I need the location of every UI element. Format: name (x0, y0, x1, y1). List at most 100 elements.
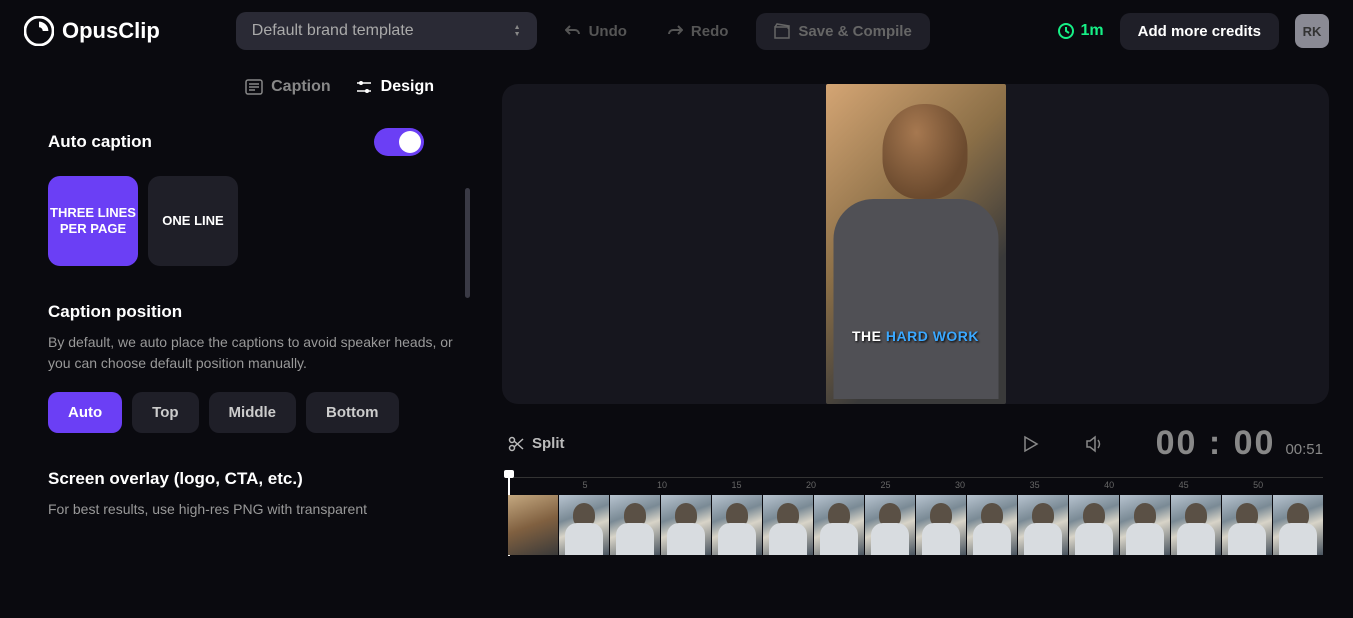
auto-caption-label: Auto caption (48, 132, 152, 152)
ruler-tick: 5 (583, 480, 588, 490)
header-bar: OpusClip Default brand template ▲▼ Undo … (0, 0, 1353, 62)
video-preview[interactable]: THE HARD WORK (826, 84, 1006, 404)
person-body (833, 199, 998, 399)
person-head (882, 104, 967, 199)
scrollbar[interactable] (465, 188, 470, 298)
toggle-knob (399, 131, 421, 153)
ruler-tick: 30 (955, 480, 965, 490)
timeline-thumb[interactable] (1069, 495, 1119, 555)
style-one-line-label: ONE LINE (162, 213, 223, 229)
avatar-initials: RK (1303, 24, 1322, 39)
auto-caption-toggle[interactable] (374, 128, 424, 156)
main-content: Caption Design Auto caption THREE LINES … (0, 62, 1353, 618)
clock-icon (1057, 22, 1075, 40)
redo-icon (667, 23, 683, 39)
position-bottom-label: Bottom (326, 404, 379, 421)
caption-word1: THE (852, 328, 886, 344)
tab-caption[interactable]: Caption (245, 78, 331, 96)
timeline-ruler[interactable]: 5 10 15 20 25 30 35 40 45 50 (508, 477, 1323, 495)
opusclip-logo-icon (24, 16, 54, 46)
position-top[interactable]: Top (132, 392, 198, 433)
timeline-thumb[interactable] (1171, 495, 1221, 555)
screen-overlay-title: Screen overlay (logo, CTA, etc.) (48, 469, 454, 489)
tab-design[interactable]: Design (355, 78, 434, 96)
time-current: 00 : 00 (1156, 424, 1276, 463)
tabs: Caption Design (48, 78, 454, 128)
avatar[interactable]: RK (1295, 14, 1329, 48)
style-one-line[interactable]: ONE LINE (148, 176, 238, 266)
credits-time: 1m (1057, 22, 1104, 40)
chevron-updown-icon: ▲▼ (514, 24, 521, 38)
timeline-thumbs[interactable] (508, 495, 1323, 555)
position-auto[interactable]: Auto (48, 392, 122, 433)
tab-caption-label: Caption (271, 78, 331, 96)
position-bottom[interactable]: Bottom (306, 392, 399, 433)
sidebar: Caption Design Auto caption THREE LINES … (0, 62, 478, 618)
time-total: 00:51 (1285, 441, 1323, 458)
undo-button[interactable]: Undo (553, 15, 639, 48)
caption-word2: HARD WORK (886, 328, 979, 344)
tab-design-label: Design (381, 78, 434, 96)
caption-position-desc: By default, we auto place the captions t… (48, 332, 454, 374)
undo-icon (565, 23, 581, 39)
style-three-lines-label: THREE LINES PER PAGE (48, 205, 138, 236)
split-button[interactable]: Split (508, 435, 565, 452)
timeline-controls: Split 00 : 00 00:51 (502, 404, 1329, 473)
timeline-thumb[interactable] (1273, 495, 1323, 555)
caption-icon (245, 78, 263, 96)
timeline-thumb[interactable] (967, 495, 1017, 555)
position-middle-label: Middle (229, 404, 277, 421)
preview-frame: THE HARD WORK (502, 84, 1329, 404)
play-icon[interactable] (1020, 434, 1040, 454)
split-label: Split (532, 435, 565, 452)
timeline-thumb[interactable] (814, 495, 864, 555)
add-credits-label: Add more credits (1138, 23, 1261, 40)
style-three-lines[interactable]: THREE LINES PER PAGE (48, 176, 138, 266)
logo-text: OpusClip (62, 18, 160, 44)
timeline-thumb[interactable] (865, 495, 915, 555)
logo[interactable]: OpusClip (24, 16, 160, 46)
timeline-thumb[interactable] (559, 495, 609, 555)
caption-style-options: THREE LINES PER PAGE ONE LINE (48, 176, 454, 266)
ruler-tick: 20 (806, 480, 816, 490)
redo-button[interactable]: Redo (655, 15, 741, 48)
timeline-thumb[interactable] (610, 495, 660, 555)
add-credits-button[interactable]: Add more credits (1120, 13, 1279, 50)
scissors-icon (508, 436, 524, 452)
ruler-tick: 35 (1030, 480, 1040, 490)
timeline-thumb[interactable] (1018, 495, 1068, 555)
position-top-label: Top (152, 404, 178, 421)
undo-label: Undo (589, 23, 627, 40)
position-options: Auto Top Middle Bottom (48, 392, 454, 433)
template-label: Default brand template (252, 22, 414, 40)
save-compile-button[interactable]: Save & Compile (756, 13, 929, 50)
timeline-thumb[interactable] (763, 495, 813, 555)
ruler-tick: 15 (732, 480, 742, 490)
credits-value: 1m (1081, 22, 1104, 40)
clapperboard-icon (774, 23, 790, 39)
preview-area: THE HARD WORK Split 00 : 00 00:51 5 10 15 2… (478, 62, 1353, 618)
caption-overlay: THE HARD WORK (826, 328, 1006, 344)
screen-overlay-desc: For best results, use high-res PNG with … (48, 499, 454, 520)
position-middle[interactable]: Middle (209, 392, 297, 433)
ruler-tick: 40 (1104, 480, 1114, 490)
template-selector[interactable]: Default brand template ▲▼ (236, 12, 537, 50)
ruler-tick: 50 (1253, 480, 1263, 490)
auto-caption-row: Auto caption (48, 128, 454, 156)
redo-label: Redo (691, 23, 729, 40)
time-display: 00 : 00 00:51 (1156, 424, 1323, 463)
ruler-tick: 25 (881, 480, 891, 490)
timeline-thumb[interactable] (1222, 495, 1272, 555)
timeline-thumb[interactable] (661, 495, 711, 555)
timeline-thumb[interactable] (916, 495, 966, 555)
caption-position-title: Caption position (48, 302, 454, 322)
volume-icon[interactable] (1084, 433, 1106, 455)
save-label: Save & Compile (798, 23, 911, 40)
ruler-tick: 10 (657, 480, 667, 490)
design-icon (355, 78, 373, 96)
timeline-thumb[interactable] (1120, 495, 1170, 555)
ruler-tick: 45 (1179, 480, 1189, 490)
timeline-thumb[interactable] (712, 495, 762, 555)
position-auto-label: Auto (68, 404, 102, 421)
timeline-thumb[interactable] (508, 495, 558, 555)
